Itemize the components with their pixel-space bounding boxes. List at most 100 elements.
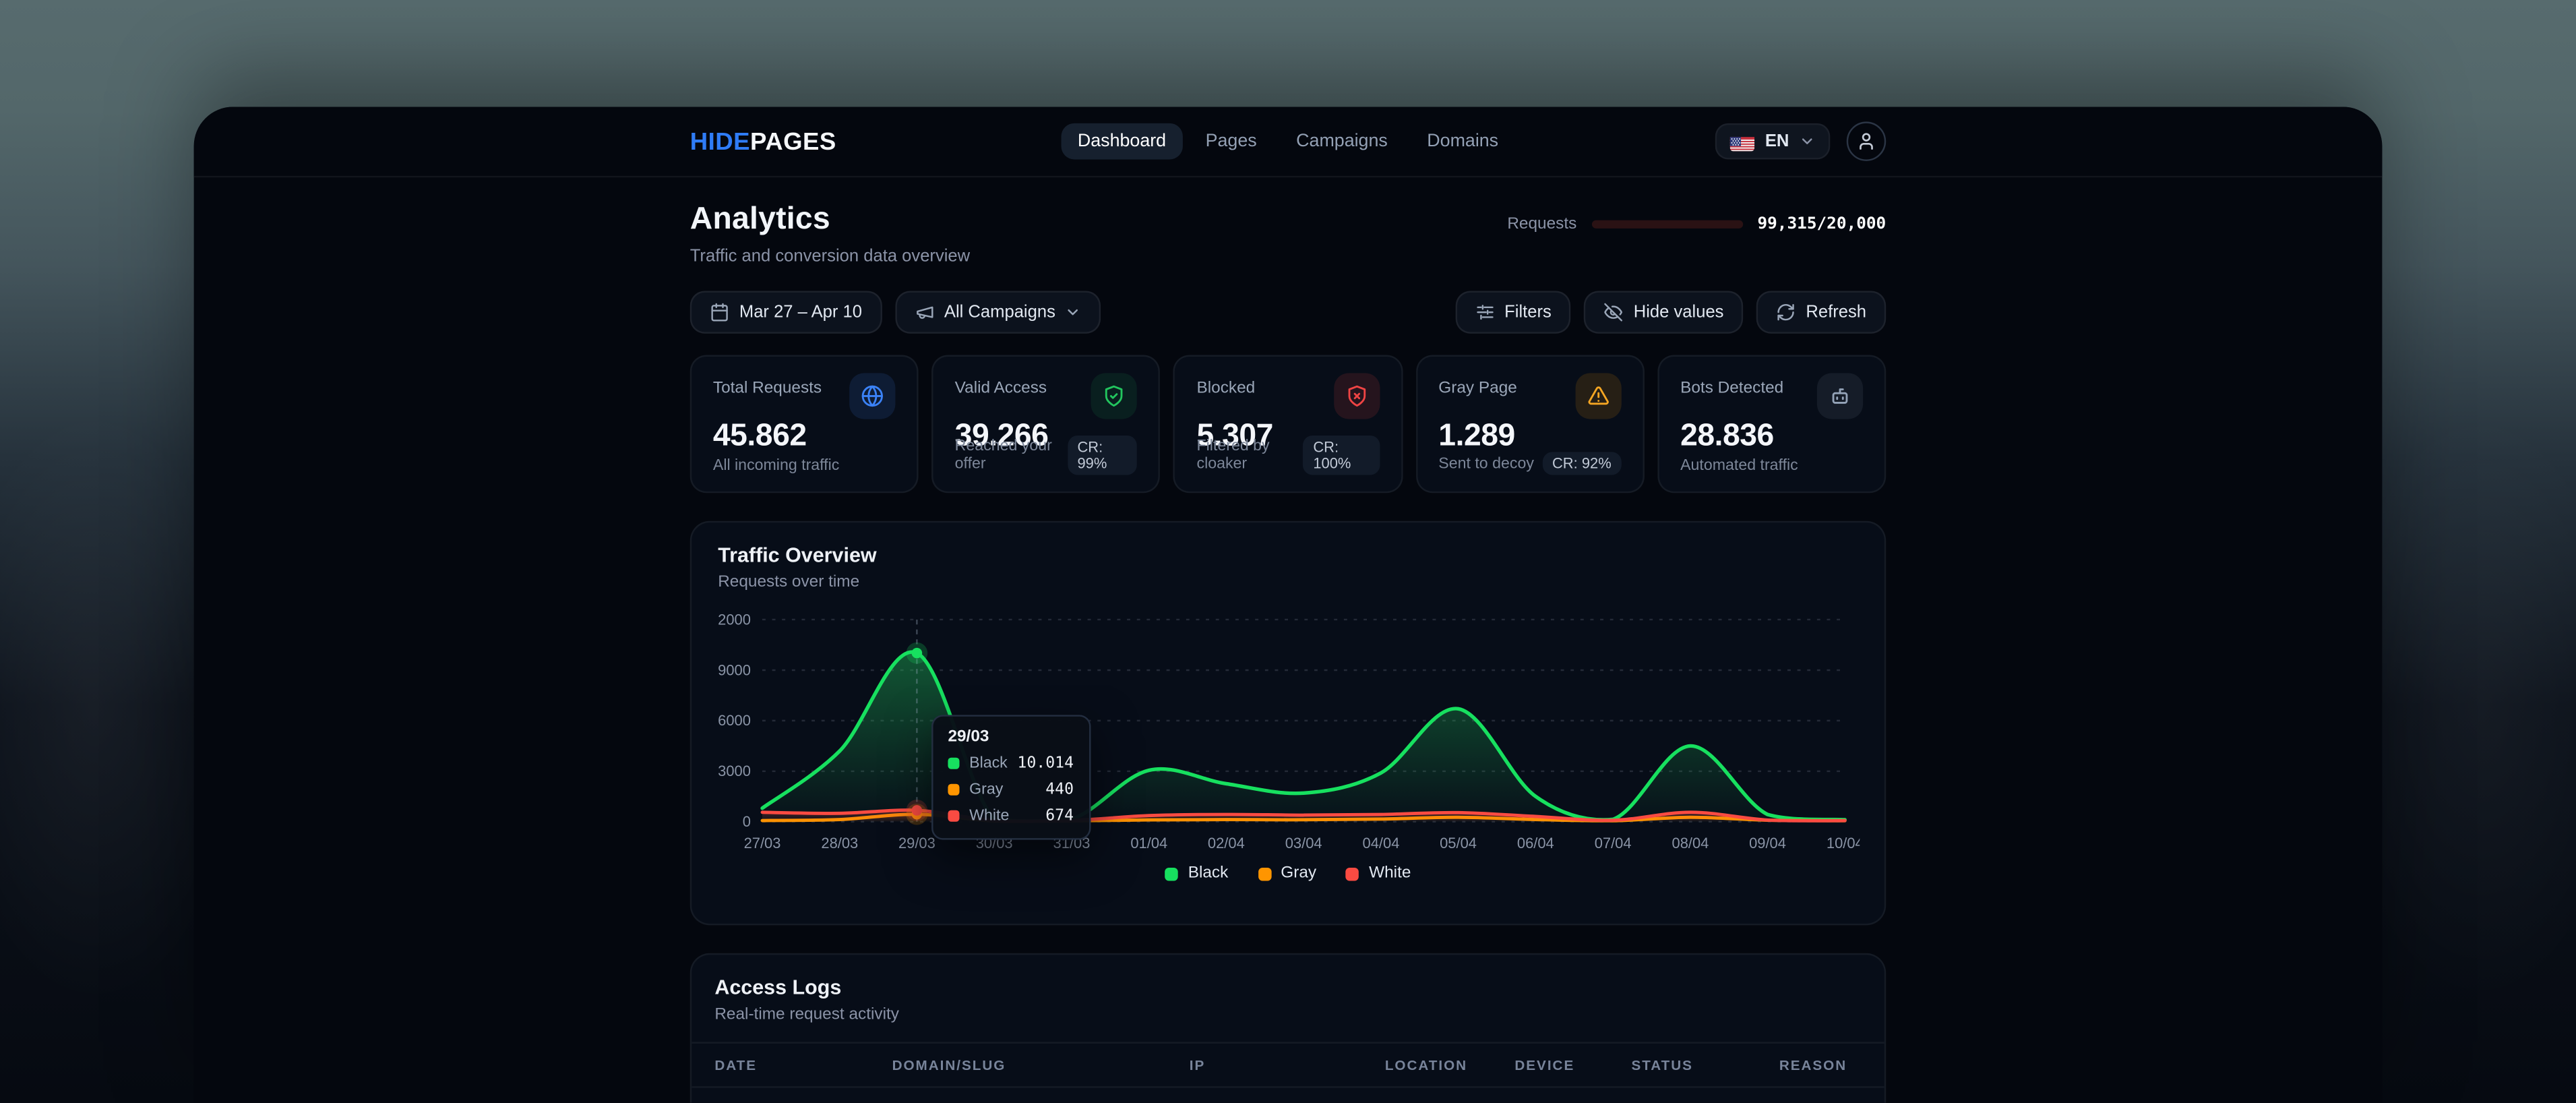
date-range-label: Mar 27 – Apr 10 xyxy=(739,303,862,322)
stat-icon-box xyxy=(1817,373,1863,419)
date-range-button[interactable]: Mar 27 – Apr 10 xyxy=(690,291,882,333)
stat-value: 45.862 xyxy=(713,419,896,456)
conversion-rate-badge: CR: 92% xyxy=(1542,452,1621,475)
svg-text:06/04: 06/04 xyxy=(1517,835,1554,852)
shield-x-icon xyxy=(1345,384,1368,407)
nav-tab-campaigns[interactable]: Campaigns xyxy=(1280,123,1404,160)
logs-table-header: DATEDOMAIN/SLUGIPLOCATIONDEVICESTATUSREA… xyxy=(692,1042,1884,1087)
access-logs-panel: Access Logs Real-time request activity D… xyxy=(690,953,1887,1103)
language-selector[interactable]: EN xyxy=(1716,123,1831,160)
tooltip-row-black: Black10.014 xyxy=(948,754,1074,773)
user-avatar-button[interactable] xyxy=(1847,121,1887,161)
language-label: EN xyxy=(1765,131,1789,151)
svg-text:07/04: 07/04 xyxy=(1595,835,1632,852)
conversion-rate-badge: CR: 99% xyxy=(1068,436,1138,475)
stat-icon-box xyxy=(1333,373,1379,419)
svg-text:9000: 9000 xyxy=(718,661,751,678)
eye-off-icon xyxy=(1604,303,1624,322)
alert-triangle-icon xyxy=(1587,384,1609,407)
column-header-location: LOCATION xyxy=(1385,1056,1515,1073)
stat-value: 1.289 xyxy=(1438,419,1621,456)
stat-footer: Automated traffic xyxy=(1680,457,1798,475)
requests-label: Requests xyxy=(1507,215,1576,233)
user-icon xyxy=(1856,131,1876,151)
legend-item-white[interactable]: White xyxy=(1346,864,1411,883)
campaign-filter-button[interactable]: All Campaigns xyxy=(895,291,1101,333)
chart-subtitle: Requests over time xyxy=(718,574,1858,592)
refresh-icon xyxy=(1777,303,1796,322)
stat-icon-box xyxy=(1091,373,1137,419)
svg-text:29/03: 29/03 xyxy=(898,835,936,852)
stat-label: Bots Detected xyxy=(1680,375,1783,398)
nav-tab-dashboard[interactable]: Dashboard xyxy=(1062,123,1183,160)
globe-icon xyxy=(861,384,884,407)
logs-subtitle: Real-time request activity xyxy=(714,1006,1861,1024)
logo-part-hide: HIDE xyxy=(690,127,750,155)
stats-row: Total Requests45.862All incoming traffic… xyxy=(690,355,1887,494)
legend-item-black[interactable]: Black xyxy=(1165,864,1229,883)
column-header-status: STATUS xyxy=(1631,1056,1779,1073)
app-window: HIDE PAGES DashboardPagesCampaignsDomain… xyxy=(194,107,2383,1102)
svg-text:3000: 3000 xyxy=(718,763,751,779)
column-header-domain-slug: DOMAIN/SLUG xyxy=(892,1056,1190,1073)
svg-text:03/04: 03/04 xyxy=(1285,835,1322,852)
stat-footer: Sent to decoy xyxy=(1438,454,1534,473)
requests-progress-bar xyxy=(1591,220,1742,229)
chevron-down-icon xyxy=(1066,304,1082,320)
stat-label: Total Requests xyxy=(713,375,822,398)
page-title: Analytics xyxy=(690,202,970,239)
stat-icon-box xyxy=(1575,373,1621,419)
traffic-chart-svg: 03000600090001200027/0328/0329/0330/0331… xyxy=(718,606,1860,856)
refresh-button[interactable]: Refresh xyxy=(1756,291,1886,333)
tooltip-date: 29/03 xyxy=(948,728,1074,746)
nav-tab-pages[interactable]: Pages xyxy=(1189,123,1273,160)
app-header: HIDE PAGES DashboardPagesCampaignsDomain… xyxy=(194,107,2383,177)
traffic-overview-panel: Traffic Overview Requests over time 0 300… xyxy=(690,521,1887,926)
refresh-label: Refresh xyxy=(1806,303,1866,322)
stat-card-bots-detected: Bots Detected 28.836Automated traffic xyxy=(1657,355,1886,494)
filters-button[interactable]: Filters xyxy=(1455,291,1571,333)
campaign-filter-label: All Campaigns xyxy=(944,303,1055,322)
chart-legend: Black Gray White xyxy=(718,864,1858,883)
hide-values-label: Hide values xyxy=(1634,303,1724,322)
svg-text:0: 0 xyxy=(743,813,751,830)
svg-text:10/04: 10/04 xyxy=(1827,835,1860,852)
stat-card-valid-access: Valid Access39.266Reached your offerCR: … xyxy=(932,355,1161,494)
us-flag-icon xyxy=(1731,132,1756,150)
stat-label: Gray Page xyxy=(1438,375,1517,398)
logo-part-pages: PAGES xyxy=(750,127,836,155)
hide-values-button[interactable]: Hide values xyxy=(1585,291,1744,333)
requests-quota-meter: Requests 99,315/20,000 xyxy=(1507,215,1886,233)
svg-text:27/03: 27/03 xyxy=(744,835,781,852)
requests-value: 99,315/20,000 xyxy=(1757,215,1886,233)
svg-text:08/04: 08/04 xyxy=(1672,835,1709,852)
app-logo[interactable]: HIDE PAGES xyxy=(690,127,836,155)
shield-check-icon xyxy=(1103,384,1126,407)
stat-label: Valid Access xyxy=(955,375,1047,398)
log-table-row[interactable]: 10/04 01:00medcorporation.site/new-v3173… xyxy=(692,1088,1884,1103)
page-subtitle: Traffic and conversion data overview xyxy=(690,247,970,266)
svg-text:12000: 12000 xyxy=(718,611,751,628)
bot-icon xyxy=(1829,384,1851,407)
conversion-rate-badge: CR: 100% xyxy=(1304,436,1380,475)
filters-label: Filters xyxy=(1504,303,1552,322)
stat-card-gray-page: Gray Page 1.289Sent to decoy CR: 92% xyxy=(1415,355,1644,494)
column-header-date: DATE xyxy=(714,1056,892,1073)
chart-tooltip: 29/03 Black10.014Gray440White674 xyxy=(931,715,1090,839)
traffic-chart[interactable]: 03000600090001200027/0328/0329/0330/0331… xyxy=(718,606,1858,856)
stat-label: Blocked xyxy=(1196,375,1255,398)
svg-text:6000: 6000 xyxy=(718,712,751,729)
nav-tab-domains[interactable]: Domains xyxy=(1411,123,1515,160)
svg-text:02/04: 02/04 xyxy=(1208,835,1245,852)
column-header-reason: REASON xyxy=(1779,1056,1862,1073)
stat-value: 28.836 xyxy=(1680,419,1863,456)
calendar-icon xyxy=(710,303,729,322)
legend-item-gray[interactable]: Gray xyxy=(1258,864,1316,883)
tooltip-row-white: White674 xyxy=(948,807,1074,825)
column-header-ip: IP xyxy=(1190,1056,1385,1073)
svg-text:09/04: 09/04 xyxy=(1749,835,1786,852)
svg-text:05/04: 05/04 xyxy=(1440,835,1477,852)
stat-icon-box xyxy=(850,373,896,419)
chart-title: Traffic Overview xyxy=(718,544,1858,567)
chevron-down-icon xyxy=(1799,133,1815,149)
